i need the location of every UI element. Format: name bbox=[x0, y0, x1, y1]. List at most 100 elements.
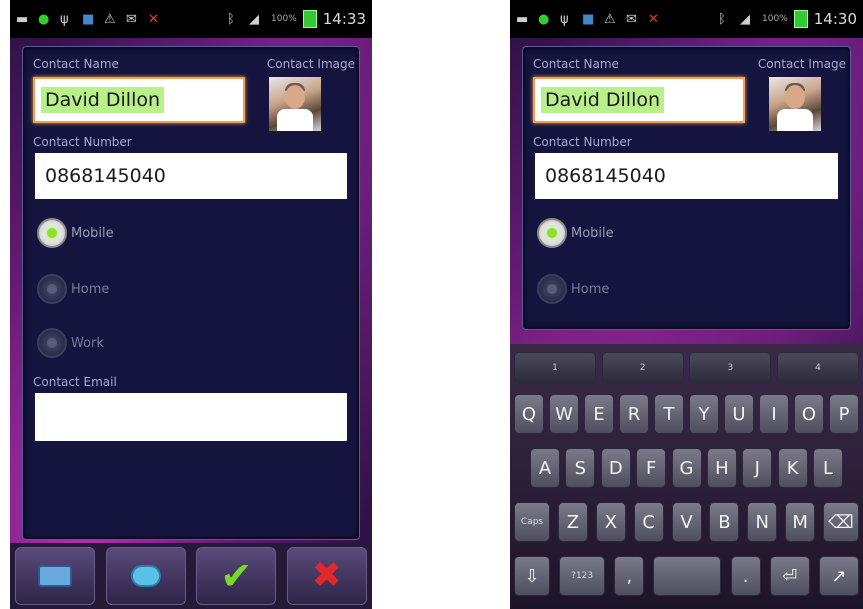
radio-home[interactable]: Home bbox=[537, 273, 609, 305]
contact-email-label: Contact Email bbox=[33, 375, 117, 389]
key-c[interactable]: C bbox=[633, 502, 664, 542]
key-d[interactable]: D bbox=[600, 448, 631, 488]
key-p[interactable]: P bbox=[829, 394, 859, 434]
contact-form-card: Contact Name Contact Image David Dillon … bbox=[522, 46, 851, 330]
signal-icon: ◢ bbox=[740, 12, 751, 27]
key-i[interactable]: I bbox=[759, 394, 789, 434]
sync-icon bbox=[130, 565, 161, 587]
key-z[interactable]: Z bbox=[557, 502, 588, 542]
key-v[interactable]: V bbox=[671, 502, 702, 542]
key-2[interactable]: 2 bbox=[601, 352, 684, 384]
key-h[interactable]: H bbox=[706, 448, 737, 488]
clock: 14:33 bbox=[322, 10, 366, 28]
radio-button bbox=[37, 274, 67, 304]
period-key[interactable]: . bbox=[730, 556, 761, 596]
contact-number-value: 0868145040 bbox=[45, 165, 166, 187]
radio-button bbox=[537, 218, 567, 248]
key-j[interactable]: J bbox=[742, 448, 773, 488]
bluetooth-icon: ᛒ bbox=[227, 12, 235, 27]
contact-name-value: David Dillon bbox=[41, 87, 165, 113]
key-o[interactable]: O bbox=[794, 394, 824, 434]
radio-mobile[interactable]: Mobile bbox=[537, 217, 614, 249]
key-e[interactable]: E bbox=[584, 394, 614, 434]
contact-image-label: Contact Image bbox=[266, 57, 355, 71]
contact-name-label: Contact Name bbox=[33, 57, 119, 71]
key-m[interactable]: M bbox=[785, 502, 816, 542]
radio-mobile[interactable]: Mobile bbox=[37, 217, 114, 249]
enter-icon[interactable]: ⏎ bbox=[769, 556, 810, 596]
missed-call-icon: ✕ bbox=[648, 12, 659, 27]
radio-label: Home bbox=[571, 281, 610, 297]
key-x[interactable]: X bbox=[595, 502, 626, 542]
key-t[interactable]: T bbox=[654, 394, 684, 434]
contact-name-input[interactable]: David Dillon bbox=[33, 77, 245, 123]
keyboard-row-1: Q W E R T Y U I O P bbox=[510, 394, 863, 434]
key-1[interactable]: 1 bbox=[514, 352, 596, 384]
key-a[interactable]: A bbox=[530, 448, 560, 488]
contact-number-label: Contact Number bbox=[533, 135, 632, 149]
status-bar: ▬ ● ψ ■ ⚠ ✉ ✕ ᛒ ◢ 100% 14:33 bbox=[10, 0, 372, 38]
keyboard-button[interactable] bbox=[15, 547, 96, 605]
missed-call-icon: ✕ bbox=[148, 12, 159, 27]
key-4[interactable]: 4 bbox=[776, 352, 859, 384]
key-k[interactable]: K bbox=[777, 448, 808, 488]
sd-card-icon: ■ bbox=[582, 12, 595, 27]
radio-button bbox=[537, 274, 567, 304]
warning-icon: ⚠ bbox=[604, 12, 616, 27]
key-n[interactable]: N bbox=[747, 502, 778, 542]
sd-card-icon: ■ bbox=[82, 12, 95, 27]
mail-icon: ✉ bbox=[126, 12, 137, 27]
radio-home[interactable]: Home bbox=[37, 273, 109, 305]
contact-image[interactable] bbox=[269, 77, 321, 131]
symbols-key[interactable]: ?123 bbox=[559, 556, 606, 596]
radio-work[interactable]: Work bbox=[37, 327, 104, 359]
contact-image[interactable] bbox=[769, 77, 821, 131]
key-s[interactable]: S bbox=[565, 448, 596, 488]
battery-percent: 100% bbox=[762, 14, 788, 24]
space-key[interactable] bbox=[653, 556, 722, 596]
emoji-arrow-icon[interactable]: ↗ bbox=[818, 556, 859, 596]
radio-label: Home bbox=[71, 281, 110, 297]
caps-key[interactable]: Caps bbox=[514, 502, 550, 542]
key-u[interactable]: U bbox=[724, 394, 754, 434]
key-f[interactable]: F bbox=[636, 448, 667, 488]
contact-form-card: Contact Name Contact Image David Dillon … bbox=[22, 46, 360, 540]
key-y[interactable]: Y bbox=[689, 394, 719, 434]
key-w[interactable]: W bbox=[549, 394, 579, 434]
contact-number-value: 0868145040 bbox=[545, 165, 666, 187]
check-icon: ✔ bbox=[220, 554, 253, 598]
keyboard-row-4: ⇩ ?123 , . ⏎ ↗ bbox=[510, 556, 863, 596]
key-3[interactable]: 3 bbox=[689, 352, 772, 384]
contact-number-label: Contact Number bbox=[33, 135, 132, 149]
contact-email-input[interactable] bbox=[35, 393, 347, 441]
contact-name-input[interactable]: David Dillon bbox=[533, 77, 745, 123]
key-r[interactable]: R bbox=[619, 394, 649, 434]
sync-button[interactable] bbox=[105, 547, 186, 605]
clock: 14:30 bbox=[813, 10, 857, 28]
android-icon: ● bbox=[38, 12, 50, 27]
radio-button bbox=[37, 328, 67, 358]
cancel-icon: ✖ bbox=[311, 555, 342, 596]
save-button[interactable]: ✔ bbox=[196, 547, 277, 605]
cancel-button[interactable]: ✖ bbox=[286, 547, 367, 605]
shift-down-icon[interactable]: ⇩ bbox=[514, 556, 550, 596]
key-l[interactable]: L bbox=[813, 448, 843, 488]
contact-number-input[interactable]: 0868145040 bbox=[35, 153, 347, 199]
backspace-icon[interactable]: ⌫ bbox=[823, 502, 859, 542]
key-q[interactable]: Q bbox=[514, 394, 544, 434]
warning-icon: ⚠ bbox=[104, 12, 116, 27]
mail-icon: ✉ bbox=[626, 12, 637, 27]
usb-icon: ψ bbox=[560, 12, 569, 27]
comma-key[interactable]: , bbox=[614, 556, 645, 596]
radio-label: Mobile bbox=[71, 225, 114, 241]
contact-image-label: Contact Image bbox=[757, 57, 846, 71]
key-b[interactable]: B bbox=[709, 502, 740, 542]
keyboard-row-3: Caps Z X C V B N M ⌫ bbox=[510, 502, 863, 542]
contact-number-input[interactable]: 0868145040 bbox=[535, 153, 838, 199]
status-bar: ▬ ● ψ ■ ⚠ ✉ ✕ ᛒ ◢ 100% 14:30 bbox=[510, 0, 863, 38]
radio-button bbox=[37, 218, 67, 248]
key-g[interactable]: G bbox=[671, 448, 702, 488]
action-bar: ✔ ✖ bbox=[10, 543, 372, 609]
radio-label: Work bbox=[71, 335, 104, 351]
battery-percent: 100% bbox=[271, 14, 297, 24]
